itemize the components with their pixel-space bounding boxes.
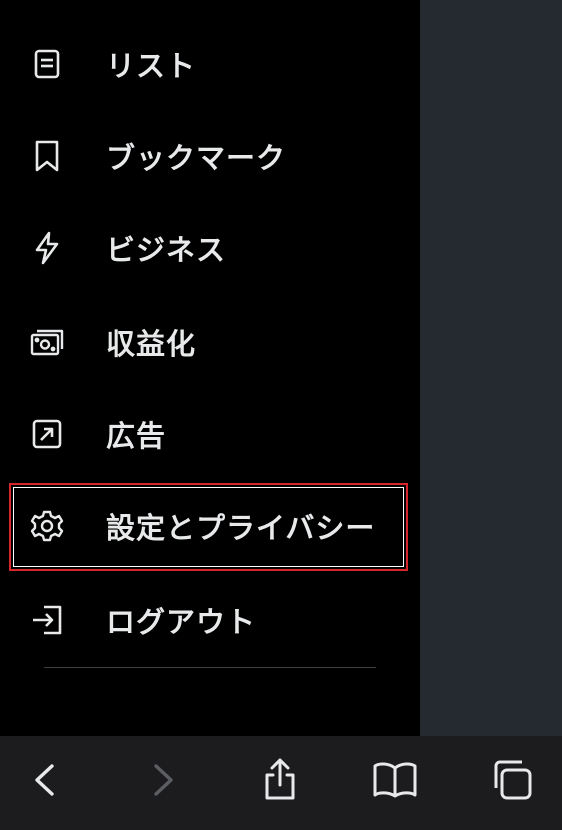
browser-toolbar [0,736,562,830]
side-drawer: リスト ブックマーク ビジネス 収益化 広告 設定とプライバシー ログアウト [0,0,420,736]
menu-item-label: ブックマーク [106,141,287,175]
bookmarks-book-icon [371,756,419,808]
menu-item-business[interactable]: ビジネス [0,202,420,294]
logout-icon [28,601,66,639]
menu-item-monetization[interactable]: 収益化 [0,296,420,388]
highlight-annotation-box [9,483,408,571]
tabs-button[interactable] [484,754,540,810]
menu-item-logout[interactable]: ログアウト [0,574,420,666]
bookmarks-button[interactable] [367,754,423,810]
lightning-icon [28,229,66,267]
back-icon [20,756,68,808]
menu-item-label: 収益化 [106,327,197,361]
share-icon [256,756,304,808]
bookmark-icon [28,137,66,175]
ads-arrow-icon [28,415,66,453]
money-icon [28,323,66,361]
share-button[interactable] [252,754,308,810]
menu-item-label: リスト [106,49,197,83]
menu-divider [44,667,376,668]
drawer-backdrop[interactable] [420,0,562,736]
list-icon [28,45,66,83]
back-button[interactable] [16,754,72,810]
tabs-icon [488,756,536,808]
menu-item-label: ログアウト [106,605,257,639]
forward-button[interactable] [136,754,192,810]
menu-item-label: 広告 [106,419,167,453]
menu-item-lists[interactable]: リスト [0,18,420,110]
menu-item-label: ビジネス [106,233,227,267]
forward-icon [140,756,188,808]
menu-item-ads[interactable]: 広告 [0,388,420,480]
menu-item-bookmarks[interactable]: ブックマーク [0,110,420,202]
